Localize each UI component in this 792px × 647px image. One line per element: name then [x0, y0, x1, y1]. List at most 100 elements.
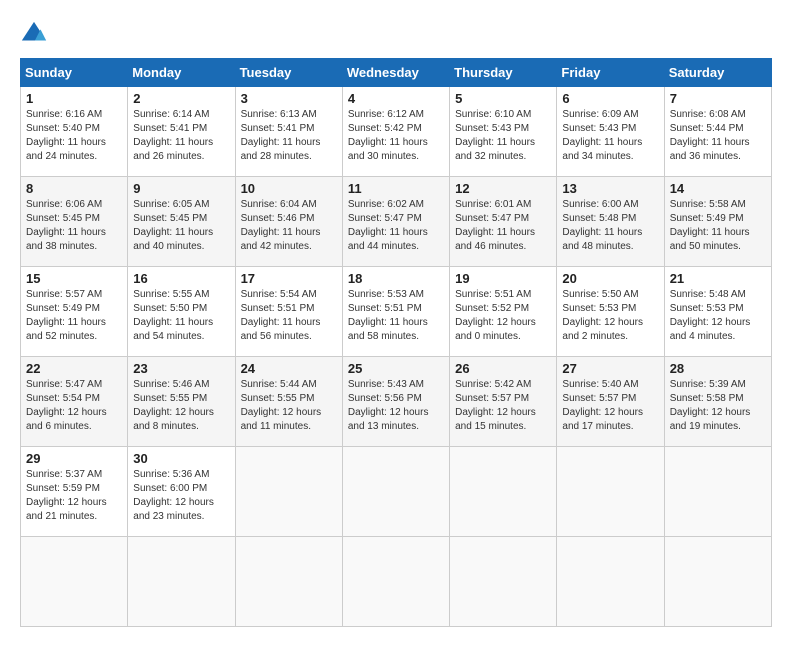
- day-info: Sunrise: 5:51 AMSunset: 5:52 PMDaylight:…: [455, 289, 536, 342]
- calendar-day-cell: 29 Sunrise: 5:37 AMSunset: 5:59 PMDaylig…: [21, 447, 128, 537]
- empty-cell: [235, 447, 342, 537]
- logo: [20, 20, 52, 48]
- logo-icon: [20, 20, 48, 48]
- day-info: Sunrise: 6:04 AMSunset: 5:46 PMDaylight:…: [241, 199, 321, 252]
- calendar-week-row: 29 Sunrise: 5:37 AMSunset: 5:59 PMDaylig…: [21, 447, 772, 537]
- calendar-day-cell: 19 Sunrise: 5:51 AMSunset: 5:52 PMDaylig…: [450, 267, 557, 357]
- day-number: 6: [562, 91, 658, 106]
- day-info: Sunrise: 5:54 AMSunset: 5:51 PMDaylight:…: [241, 289, 321, 342]
- calendar-day-cell: 21 Sunrise: 5:48 AMSunset: 5:53 PMDaylig…: [664, 267, 771, 357]
- weekday-header-saturday: Saturday: [664, 59, 771, 87]
- calendar-week-row: 15 Sunrise: 5:57 AMSunset: 5:49 PMDaylig…: [21, 267, 772, 357]
- day-number: 20: [562, 271, 658, 286]
- calendar-day-cell: 5 Sunrise: 6:10 AMSunset: 5:43 PMDayligh…: [450, 87, 557, 177]
- day-info: Sunrise: 6:01 AMSunset: 5:47 PMDaylight:…: [455, 199, 535, 252]
- day-info: Sunrise: 5:43 AMSunset: 5:56 PMDaylight:…: [348, 379, 429, 432]
- calendar-day-cell: 8 Sunrise: 6:06 AMSunset: 5:45 PMDayligh…: [21, 177, 128, 267]
- weekday-header-tuesday: Tuesday: [235, 59, 342, 87]
- day-info: Sunrise: 6:10 AMSunset: 5:43 PMDaylight:…: [455, 109, 535, 162]
- day-number: 13: [562, 181, 658, 196]
- calendar-week-row: [21, 537, 772, 627]
- day-info: Sunrise: 5:42 AMSunset: 5:57 PMDaylight:…: [455, 379, 536, 432]
- calendar-day-cell: 14 Sunrise: 5:58 AMSunset: 5:49 PMDaylig…: [664, 177, 771, 267]
- calendar-day-cell: 30 Sunrise: 5:36 AMSunset: 6:00 PMDaylig…: [128, 447, 235, 537]
- calendar-day-cell: 25 Sunrise: 5:43 AMSunset: 5:56 PMDaylig…: [342, 357, 449, 447]
- calendar-day-cell: 26 Sunrise: 5:42 AMSunset: 5:57 PMDaylig…: [450, 357, 557, 447]
- day-number: 30: [133, 451, 229, 466]
- day-info: Sunrise: 6:02 AMSunset: 5:47 PMDaylight:…: [348, 199, 428, 252]
- calendar-day-cell: 6 Sunrise: 6:09 AMSunset: 5:43 PMDayligh…: [557, 87, 664, 177]
- calendar-day-cell: 9 Sunrise: 6:05 AMSunset: 5:45 PMDayligh…: [128, 177, 235, 267]
- day-info: Sunrise: 5:55 AMSunset: 5:50 PMDaylight:…: [133, 289, 213, 342]
- empty-cell: [342, 447, 449, 537]
- calendar-day-cell: 4 Sunrise: 6:12 AMSunset: 5:42 PMDayligh…: [342, 87, 449, 177]
- calendar-day-cell: 10 Sunrise: 6:04 AMSunset: 5:46 PMDaylig…: [235, 177, 342, 267]
- weekday-header-thursday: Thursday: [450, 59, 557, 87]
- day-info: Sunrise: 5:50 AMSunset: 5:53 PMDaylight:…: [562, 289, 643, 342]
- day-number: 1: [26, 91, 122, 106]
- day-info: Sunrise: 5:46 AMSunset: 5:55 PMDaylight:…: [133, 379, 214, 432]
- day-number: 28: [670, 361, 766, 376]
- day-info: Sunrise: 5:47 AMSunset: 5:54 PMDaylight:…: [26, 379, 107, 432]
- day-number: 24: [241, 361, 337, 376]
- day-number: 21: [670, 271, 766, 286]
- calendar-day-cell: 27 Sunrise: 5:40 AMSunset: 5:57 PMDaylig…: [557, 357, 664, 447]
- day-info: Sunrise: 5:39 AMSunset: 5:58 PMDaylight:…: [670, 379, 751, 432]
- day-number: 14: [670, 181, 766, 196]
- day-info: Sunrise: 6:12 AMSunset: 5:42 PMDaylight:…: [348, 109, 428, 162]
- day-number: 11: [348, 181, 444, 196]
- day-info: Sunrise: 5:44 AMSunset: 5:55 PMDaylight:…: [241, 379, 322, 432]
- empty-cell: [557, 537, 664, 627]
- calendar-day-cell: 20 Sunrise: 5:50 AMSunset: 5:53 PMDaylig…: [557, 267, 664, 357]
- empty-cell: [557, 447, 664, 537]
- day-number: 19: [455, 271, 551, 286]
- weekday-header-wednesday: Wednesday: [342, 59, 449, 87]
- day-number: 3: [241, 91, 337, 106]
- day-info: Sunrise: 5:57 AMSunset: 5:49 PMDaylight:…: [26, 289, 106, 342]
- day-number: 17: [241, 271, 337, 286]
- day-number: 29: [26, 451, 122, 466]
- empty-cell: [21, 537, 128, 627]
- weekday-header-monday: Monday: [128, 59, 235, 87]
- empty-cell: [664, 537, 771, 627]
- day-info: Sunrise: 6:00 AMSunset: 5:48 PMDaylight:…: [562, 199, 642, 252]
- day-number: 10: [241, 181, 337, 196]
- weekday-header-row: SundayMondayTuesdayWednesdayThursdayFrid…: [21, 59, 772, 87]
- day-number: 4: [348, 91, 444, 106]
- calendar-day-cell: 23 Sunrise: 5:46 AMSunset: 5:55 PMDaylig…: [128, 357, 235, 447]
- day-info: Sunrise: 5:37 AMSunset: 5:59 PMDaylight:…: [26, 469, 107, 522]
- day-number: 23: [133, 361, 229, 376]
- day-info: Sunrise: 5:40 AMSunset: 5:57 PMDaylight:…: [562, 379, 643, 432]
- day-number: 9: [133, 181, 229, 196]
- calendar-day-cell: 15 Sunrise: 5:57 AMSunset: 5:49 PMDaylig…: [21, 267, 128, 357]
- day-info: Sunrise: 6:09 AMSunset: 5:43 PMDaylight:…: [562, 109, 642, 162]
- empty-cell: [450, 447, 557, 537]
- day-number: 7: [670, 91, 766, 106]
- empty-cell: [664, 447, 771, 537]
- weekday-header-friday: Friday: [557, 59, 664, 87]
- page-header: [20, 20, 772, 48]
- calendar-day-cell: 11 Sunrise: 6:02 AMSunset: 5:47 PMDaylig…: [342, 177, 449, 267]
- calendar-day-cell: 24 Sunrise: 5:44 AMSunset: 5:55 PMDaylig…: [235, 357, 342, 447]
- day-info: Sunrise: 5:48 AMSunset: 5:53 PMDaylight:…: [670, 289, 751, 342]
- calendar-week-row: 8 Sunrise: 6:06 AMSunset: 5:45 PMDayligh…: [21, 177, 772, 267]
- calendar-day-cell: 22 Sunrise: 5:47 AMSunset: 5:54 PMDaylig…: [21, 357, 128, 447]
- day-number: 18: [348, 271, 444, 286]
- calendar-week-row: 1 Sunrise: 6:16 AMSunset: 5:40 PMDayligh…: [21, 87, 772, 177]
- calendar-day-cell: 18 Sunrise: 5:53 AMSunset: 5:51 PMDaylig…: [342, 267, 449, 357]
- calendar-day-cell: 2 Sunrise: 6:14 AMSunset: 5:41 PMDayligh…: [128, 87, 235, 177]
- empty-cell: [342, 537, 449, 627]
- empty-cell: [235, 537, 342, 627]
- day-number: 15: [26, 271, 122, 286]
- day-info: Sunrise: 6:08 AMSunset: 5:44 PMDaylight:…: [670, 109, 750, 162]
- calendar-day-cell: 17 Sunrise: 5:54 AMSunset: 5:51 PMDaylig…: [235, 267, 342, 357]
- calendar-day-cell: 13 Sunrise: 6:00 AMSunset: 5:48 PMDaylig…: [557, 177, 664, 267]
- day-info: Sunrise: 6:05 AMSunset: 5:45 PMDaylight:…: [133, 199, 213, 252]
- weekday-header-sunday: Sunday: [21, 59, 128, 87]
- day-number: 12: [455, 181, 551, 196]
- empty-cell: [128, 537, 235, 627]
- calendar-week-row: 22 Sunrise: 5:47 AMSunset: 5:54 PMDaylig…: [21, 357, 772, 447]
- day-number: 5: [455, 91, 551, 106]
- calendar-day-cell: 1 Sunrise: 6:16 AMSunset: 5:40 PMDayligh…: [21, 87, 128, 177]
- calendar-day-cell: 12 Sunrise: 6:01 AMSunset: 5:47 PMDaylig…: [450, 177, 557, 267]
